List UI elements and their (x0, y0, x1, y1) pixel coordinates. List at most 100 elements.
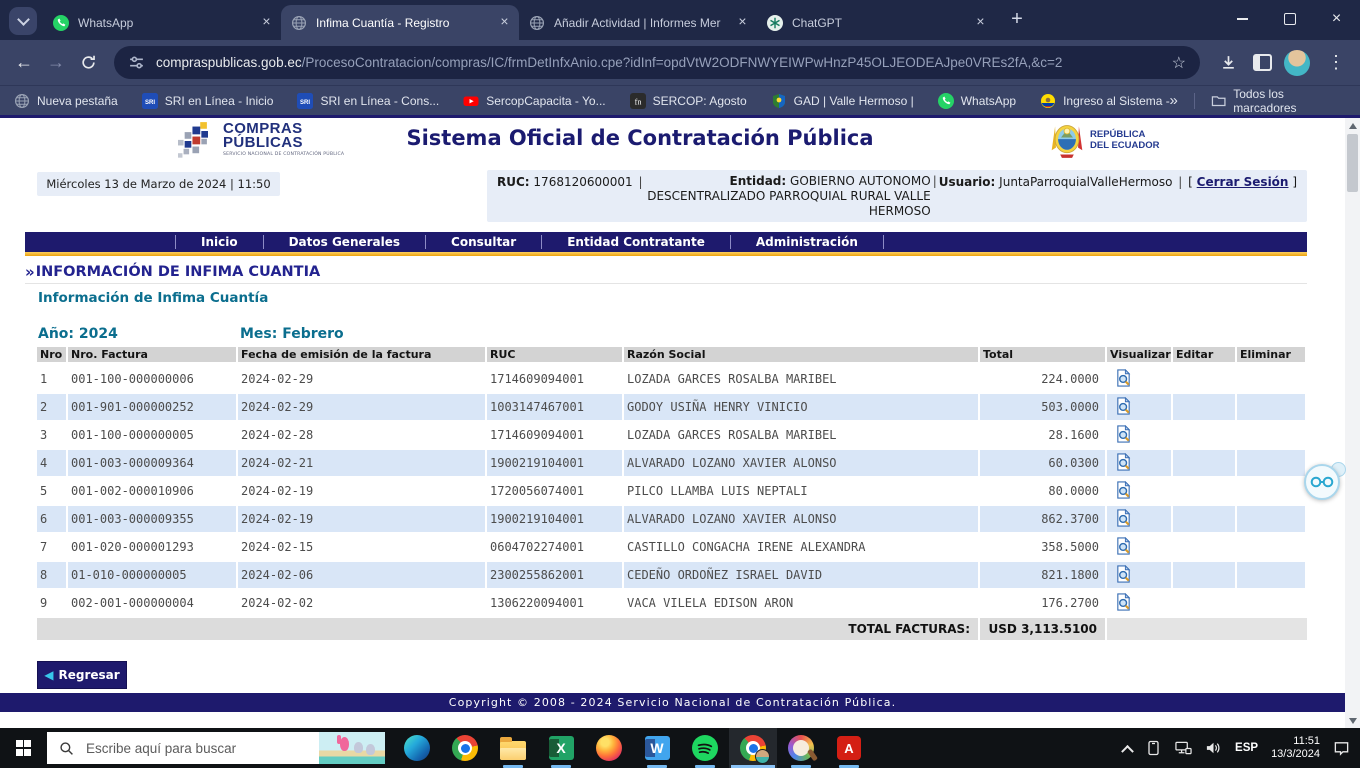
speaker-icon[interactable] (1205, 740, 1222, 756)
bookmark-sri-consultas[interactable]: SRISRI en Línea - Cons... (297, 93, 439, 109)
cell-fecha: 2024-02-15 (238, 534, 487, 560)
section-title: Información de Infima Cuantía (38, 290, 268, 306)
tablet-icon[interactable] (1145, 740, 1162, 756)
bookmark-star-icon[interactable]: ☆ (1172, 53, 1186, 73)
taskbar-chrome[interactable] (441, 728, 489, 768)
start-button[interactable] (0, 728, 47, 768)
cell-total: 80.0000 (980, 478, 1107, 504)
site-settings-icon[interactable] (128, 54, 145, 71)
bookmark-whatsapp[interactable]: WhatsApp (938, 93, 1016, 109)
invoices-table: NroNro. FacturaFecha de emisión de la fa… (37, 347, 1307, 640)
tab-title: Infima Cuantía - Registro (316, 16, 496, 30)
cell-ruc: 1900219104001 (487, 506, 624, 532)
taskbar-excel[interactable]: X (537, 728, 585, 768)
tab-close-icon[interactable]: × (258, 14, 275, 31)
network-icon[interactable] (1175, 740, 1192, 756)
visualizar-icon[interactable] (1110, 481, 1132, 502)
tab-chatgpt[interactable]: ChatGPT× (757, 5, 995, 40)
taskbar-spotify[interactable] (681, 728, 729, 768)
new-tab-button[interactable]: + (1004, 7, 1030, 33)
visualizar-icon[interactable] (1110, 453, 1132, 474)
scrollbar-thumb[interactable] (1347, 134, 1358, 192)
cell-total: 60.0300 (980, 450, 1107, 476)
back-button[interactable]: ← (8, 47, 40, 79)
taskbar-word[interactable]: W (633, 728, 681, 768)
visualizar-icon[interactable] (1110, 537, 1132, 558)
column-header-visualizar: Visualizar (1107, 347, 1173, 362)
tab-search-button[interactable] (9, 7, 37, 35)
emblem-text: REPÚBLICA DEL ECUADOR (1090, 129, 1160, 151)
browser-menu-button[interactable]: ⋮ (1320, 47, 1352, 79)
bookmarks-overflow-button[interactable]: » (1170, 92, 1178, 109)
taskbar-file-explorer[interactable] (489, 728, 537, 768)
tab-strip: WhatsApp×Infima Cuantía - Registro×Añadi… (43, 5, 995, 40)
visualizar-icon[interactable] (1110, 369, 1132, 390)
scroll-up-button[interactable] (1345, 118, 1360, 133)
scroll-down-button[interactable] (1345, 713, 1360, 728)
clock[interactable]: 11:51 13/3/2024 (1271, 735, 1320, 761)
url-path: /ProcesoContratacion/compras/IC/frmDetIn… (302, 55, 1063, 70)
spotify-icon (692, 735, 718, 761)
tab-infima-cuantia[interactable]: Infima Cuantía - Registro× (281, 5, 519, 40)
cell-nro: 7 (37, 534, 68, 560)
column-header-ruc: RUC (487, 347, 624, 362)
shield-icon (771, 93, 787, 109)
logout-link[interactable]: Cerrar Sesión (1197, 175, 1289, 189)
bookmark-sercopcapacita[interactable]: SercopCapacita - Yo... (463, 93, 605, 109)
taskbar-edge[interactable] (393, 728, 441, 768)
search-input[interactable] (84, 740, 278, 757)
tab-whatsapp[interactable]: WhatsApp× (43, 5, 281, 40)
menu-item-entidad-contratante[interactable]: Entidad Contratante (541, 235, 730, 249)
notifications-icon[interactable] (1333, 740, 1350, 756)
taskbar-acrobat[interactable]: A (825, 728, 873, 768)
reload-button[interactable] (72, 47, 104, 79)
emblem-line2: DEL ECUADOR (1090, 140, 1160, 151)
triangle-down-icon (1349, 718, 1357, 724)
bookmark-sri-inicio[interactable]: SRISRI en Línea - Inicio (142, 93, 274, 109)
url-text[interactable]: compraspublicas.gob.ec/ProcesoContrataci… (156, 55, 1164, 70)
table-row: 801-010-0000000052024-02-062300255862001… (37, 562, 1307, 588)
visualizar-icon[interactable] (1110, 509, 1132, 530)
menu-item-inicio[interactable]: Inicio (175, 235, 263, 249)
forward-button[interactable]: → (40, 47, 72, 79)
side-panel-button[interactable] (1246, 47, 1278, 79)
taskbar-chrome-active[interactable] (729, 728, 777, 768)
tab-close-icon[interactable]: × (972, 14, 989, 31)
cell-editar (1173, 366, 1237, 392)
tab-close-icon[interactable]: × (734, 14, 751, 31)
cell-fecha: 2024-02-19 (238, 506, 487, 532)
minimize-button[interactable] (1219, 0, 1266, 38)
maximize-button[interactable] (1266, 0, 1313, 38)
close-window-button[interactable]: × (1313, 0, 1360, 38)
visualizar-icon[interactable] (1110, 425, 1132, 446)
bookmark-sercop-agosto[interactable]: fnSERCOP: Agosto (630, 93, 747, 109)
downloads-button[interactable] (1212, 47, 1244, 79)
menu-item-datos-generales[interactable]: Datos Generales (263, 235, 425, 249)
back-arrow-icon: ◀ (44, 668, 53, 682)
regresar-button[interactable]: ◀ Regresar (37, 661, 127, 689)
bookmark-gad-valle-hermoso[interactable]: GAD | Valle Hermoso | (771, 93, 914, 109)
visualizar-icon[interactable] (1110, 397, 1132, 418)
address-bar[interactable]: compraspublicas.gob.ec/ProcesoContrataci… (114, 46, 1200, 79)
tray-expand-icon[interactable] (1121, 744, 1134, 757)
minimize-icon (1237, 18, 1248, 20)
all-bookmarks-label[interactable]: Todos los marcadores (1233, 87, 1346, 115)
taskbar-paint[interactable] (777, 728, 825, 768)
visualizar-icon[interactable] (1110, 593, 1132, 614)
breadcrumb-title: INFORMACIÓN DE INFIMA CUANTIA (36, 264, 320, 280)
bookmark-nueva-pestana[interactable]: Nueva pestaña (14, 93, 118, 109)
menu-item-consultar[interactable]: Consultar (425, 235, 541, 249)
visualizar-icon[interactable] (1110, 565, 1132, 586)
taskbar-firefox[interactable] (585, 728, 633, 768)
page-scrollbar[interactable] (1345, 118, 1360, 728)
cell-nro: 1 (37, 366, 68, 392)
bookmark-ingreso-sistema[interactable]: Ingreso al Sistema -... (1040, 93, 1169, 109)
profile-avatar[interactable] (1284, 50, 1310, 76)
language-indicator[interactable]: ESP (1235, 742, 1258, 754)
menu-item-administracion[interactable]: Administración (730, 235, 884, 249)
floating-extension-widget[interactable] (1304, 462, 1346, 502)
tab-close-icon[interactable]: × (496, 14, 513, 31)
taskbar-search[interactable] (47, 732, 385, 764)
tab-anadir-actividad[interactable]: Añadir Actividad | Informes Mer× (519, 5, 757, 40)
cell-razon: ALVARADO LOZANO XAVIER ALONSO (624, 506, 980, 532)
